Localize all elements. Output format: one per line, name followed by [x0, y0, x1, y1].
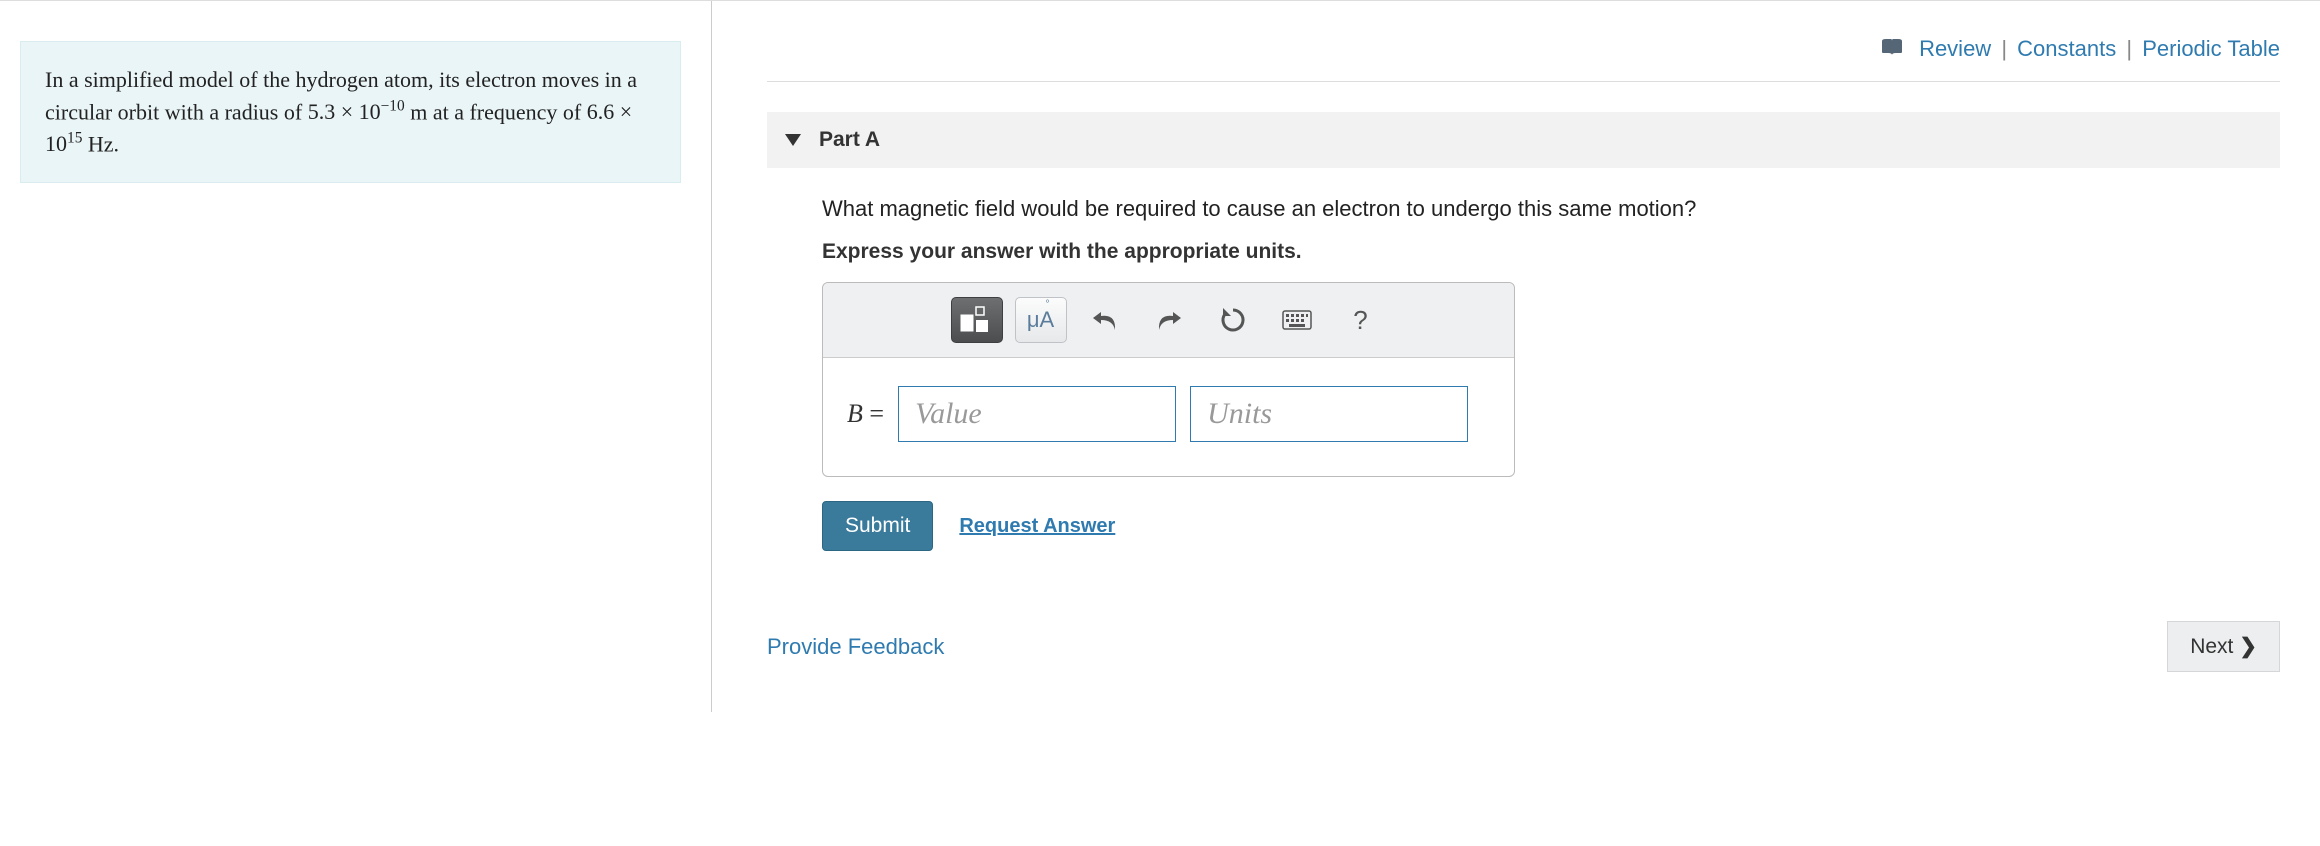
- review-link[interactable]: Review: [1919, 36, 1991, 61]
- constants-link[interactable]: Constants: [2017, 36, 2116, 61]
- keyboard-button[interactable]: [1271, 297, 1323, 343]
- right-column: Review | Constants | Periodic Table Part…: [711, 1, 2320, 712]
- separator: |: [2126, 36, 2132, 61]
- separator: |: [2001, 36, 2007, 61]
- page-root: In a simplified model of the hydrogen at…: [0, 0, 2320, 712]
- left-column: In a simplified model of the hydrogen at…: [0, 1, 711, 712]
- next-button[interactable]: Next ❯: [2167, 621, 2280, 672]
- input-row: B = Value Units: [823, 358, 1514, 476]
- bottom-row: Provide Feedback Next ❯: [767, 551, 2280, 672]
- problem-text-mid: at a frequency of: [433, 99, 587, 124]
- special-chars-button[interactable]: μA°: [1015, 297, 1067, 343]
- chevron-right-icon: ❯: [2239, 634, 2257, 659]
- variable-label: B =: [847, 399, 884, 429]
- help-button[interactable]: ?: [1335, 297, 1387, 343]
- freq-unit: Hz.: [88, 131, 119, 156]
- reset-button[interactable]: [1207, 297, 1259, 343]
- template-button[interactable]: [951, 297, 1003, 343]
- main-body: Part A What magnetic field would be requ…: [767, 81, 2280, 672]
- instruction-text: Express your answer with the appropriate…: [822, 240, 2280, 264]
- radius-unit: m: [410, 99, 427, 124]
- value-input[interactable]: Value: [898, 386, 1176, 442]
- radius-value: 5.3 × 10−10: [308, 99, 411, 124]
- request-answer-link[interactable]: Request Answer: [959, 515, 1115, 538]
- part-content: What magnetic field would be required to…: [767, 168, 2280, 551]
- part-header[interactable]: Part A: [767, 112, 2280, 168]
- question-text: What magnetic field would be required to…: [822, 196, 2280, 222]
- part-title: Part A: [819, 128, 880, 152]
- top-links: Review | Constants | Periodic Table: [767, 1, 2280, 81]
- submit-button[interactable]: Submit: [822, 501, 933, 551]
- problem-statement: In a simplified model of the hydrogen at…: [20, 41, 681, 183]
- collapse-icon: [785, 134, 801, 146]
- book-icon: [1881, 37, 1903, 63]
- units-input[interactable]: Units: [1190, 386, 1468, 442]
- answer-toolbar: μA°: [823, 283, 1514, 358]
- provide-feedback-link[interactable]: Provide Feedback: [767, 634, 944, 660]
- answer-box: μA°: [822, 282, 1515, 477]
- redo-button[interactable]: [1143, 297, 1195, 343]
- undo-button[interactable]: [1079, 297, 1131, 343]
- action-row: Submit Request Answer: [822, 501, 2280, 551]
- periodic-table-link[interactable]: Periodic Table: [2142, 36, 2280, 61]
